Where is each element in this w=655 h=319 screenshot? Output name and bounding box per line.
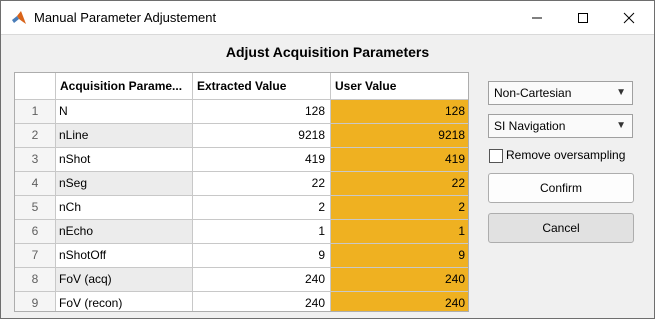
header-index-cell (15, 73, 56, 100)
extracted-value-cell: 2 (193, 196, 331, 220)
window-title: Manual Parameter Adjustement (34, 10, 217, 25)
parameter-table[interactable]: Acquisition Parame... Extracted Value Us… (14, 72, 469, 312)
user-value-cell[interactable]: 22 (331, 172, 468, 196)
column-header-user[interactable]: User Value (331, 73, 468, 100)
row-index: 3 (15, 148, 56, 172)
user-value-cell[interactable]: 240 (331, 268, 468, 292)
maximize-button[interactable] (560, 1, 606, 34)
parameter-name-cell: nShotOff (56, 244, 193, 268)
minimize-icon (532, 17, 542, 19)
parameter-name-cell: FoV (acq) (56, 268, 193, 292)
parameter-name-cell: nLine (56, 124, 193, 148)
remove-oversampling-label: Remove oversampling (506, 148, 626, 162)
extracted-value-cell: 9218 (193, 124, 331, 148)
user-value-cell[interactable]: 419 (331, 148, 468, 172)
parameter-name-cell: FoV (recon) (56, 292, 193, 311)
user-value-cell[interactable]: 128 (331, 100, 468, 124)
table-row: 1 N 128 128 (15, 100, 468, 124)
table-row: 8 FoV (acq) 240 240 (15, 268, 468, 292)
row-index: 5 (15, 196, 56, 220)
table-row: 7 nShotOff 9 9 (15, 244, 468, 268)
close-icon (623, 12, 635, 24)
user-value-cell[interactable]: 240 (331, 292, 468, 311)
column-header-parameter[interactable]: Acquisition Parame... (56, 73, 193, 100)
user-value-cell[interactable]: 2 (331, 196, 468, 220)
caret-down-icon: ▼ (616, 120, 626, 131)
remove-oversampling-checkbox[interactable] (489, 149, 503, 163)
table-row: 9 FoV (recon) 240 240 (15, 292, 468, 311)
row-index: 6 (15, 220, 56, 244)
trajectory-dropdown-value: Non-Cartesian (494, 86, 572, 100)
row-index: 8 (15, 268, 56, 292)
column-header-extracted[interactable]: Extracted Value (193, 73, 331, 100)
extracted-value-cell: 240 (193, 268, 331, 292)
user-value-cell[interactable]: 9 (331, 244, 468, 268)
navigation-dropdown-value: SI Navigation (494, 119, 566, 133)
extracted-value-cell: 128 (193, 100, 331, 124)
row-index: 9 (15, 292, 56, 311)
extracted-value-cell: 1 (193, 220, 331, 244)
minimize-button[interactable] (514, 1, 560, 34)
user-value-cell[interactable]: 1 (331, 220, 468, 244)
table-row: 5 nCh 2 2 (15, 196, 468, 220)
matlab-logo-icon (11, 10, 27, 26)
row-index: 4 (15, 172, 56, 196)
maximize-icon (578, 13, 588, 23)
parameter-name-cell: nEcho (56, 220, 193, 244)
title-bar: Manual Parameter Adjustement (1, 1, 654, 35)
trajectory-dropdown[interactable]: Non-Cartesian ▼ (488, 81, 633, 105)
parameter-name-cell: nShot (56, 148, 193, 172)
caret-down-icon: ▼ (616, 87, 626, 98)
dialog-window: Manual Parameter Adjustement Adjust Acqu… (0, 0, 655, 319)
parameter-name-cell: N (56, 100, 193, 124)
table-row: 2 nLine 9218 9218 (15, 124, 468, 148)
extracted-value-cell: 9 (193, 244, 331, 268)
row-index: 1 (15, 100, 56, 124)
parameter-name-cell: nCh (56, 196, 193, 220)
table-row: 3 nShot 419 419 (15, 148, 468, 172)
table-row: 6 nEcho 1 1 (15, 220, 468, 244)
extracted-value-cell: 240 (193, 292, 331, 311)
parameter-name-cell: nSeg (56, 172, 193, 196)
user-value-cell[interactable]: 9218 (331, 124, 468, 148)
table-row: 4 nSeg 22 22 (15, 172, 468, 196)
extracted-value-cell: 419 (193, 148, 331, 172)
confirm-button[interactable]: Confirm (488, 173, 634, 203)
extracted-value-cell: 22 (193, 172, 331, 196)
close-button[interactable] (606, 1, 652, 34)
cancel-button[interactable]: Cancel (488, 213, 634, 243)
dialog-heading: Adjust Acquisition Parameters (225, 44, 430, 60)
navigation-dropdown[interactable]: SI Navigation ▼ (488, 114, 633, 138)
row-index: 2 (15, 124, 56, 148)
row-index: 7 (15, 244, 56, 268)
table-header-row: Acquisition Parame... Extracted Value Us… (15, 73, 468, 100)
